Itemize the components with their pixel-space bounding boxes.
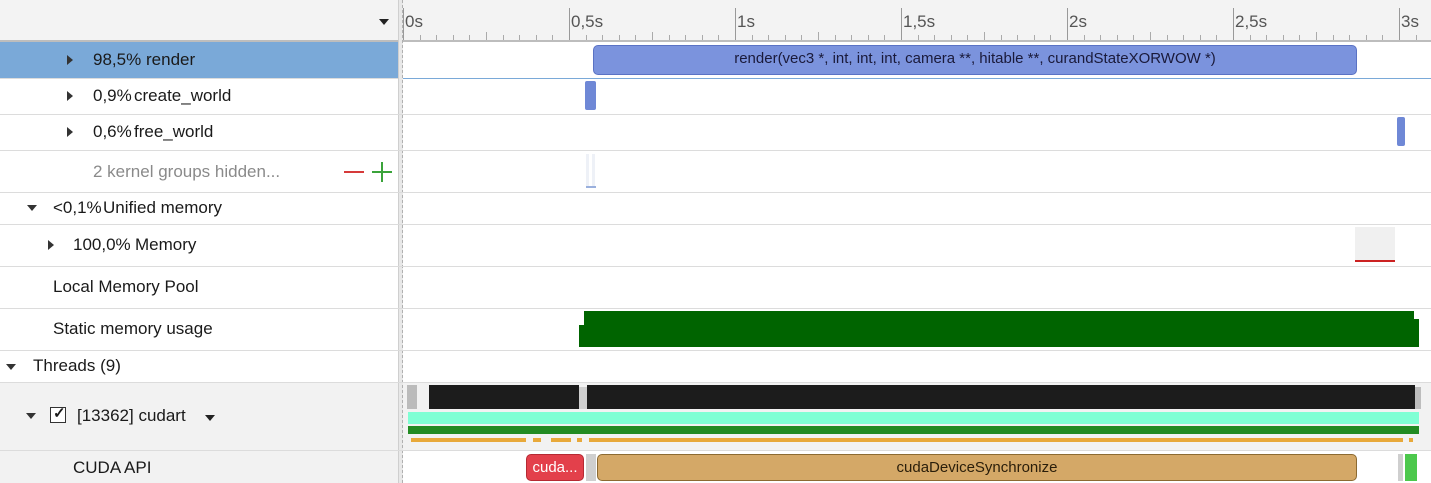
cudart-menu-chevron-icon[interactable] xyxy=(205,415,215,421)
hidden-kernel-tick xyxy=(586,186,596,188)
static-memory-usage-bar[interactable] xyxy=(579,311,1419,347)
collapse-arrow-icon[interactable] xyxy=(27,205,37,211)
render-kernel-label: render(vec3 *, int, int, int, camera **,… xyxy=(734,50,1216,67)
cuda-api-tail-green[interactable] xyxy=(1405,454,1417,481)
free-world-kernel-bar[interactable] xyxy=(1397,117,1405,146)
hidden-kernel-marker xyxy=(586,154,589,188)
cudart-thread-activity[interactable] xyxy=(403,383,1431,450)
axis-minor-tick xyxy=(1316,32,1317,40)
axis-major-tick xyxy=(735,8,736,40)
row-create-world-name: create_world xyxy=(134,86,232,105)
unified-memory-pct: <0,1% xyxy=(53,198,102,217)
axis-minor-tick xyxy=(486,32,487,40)
time-axis: 0s 0,5s 1s 1,5s 2s 2,5s 3s xyxy=(403,0,1431,40)
axis-major-tick xyxy=(1399,8,1400,40)
memory-transfer-line xyxy=(1355,260,1395,262)
cudart-checkbox[interactable]: ✓ xyxy=(50,405,66,423)
hidden-groups-label: 2 kernel groups hidden... xyxy=(93,162,281,181)
cuda-api-red-bar[interactable]: cuda... xyxy=(526,454,584,481)
create-world-kernel-bar[interactable] xyxy=(585,81,596,110)
collapse-minus-icon[interactable] xyxy=(344,171,364,173)
expand-arrow-icon[interactable] xyxy=(67,91,73,101)
axis-tick-label: 0s xyxy=(405,12,423,31)
local-memory-pool-label: Local Memory Pool xyxy=(53,277,199,296)
axis-minor-tick xyxy=(984,32,985,40)
axis-minor-tick xyxy=(652,32,653,40)
axis-minor-tick xyxy=(1150,32,1151,40)
memory-name: Memory xyxy=(135,235,197,254)
row-free-world-pct: 0,6% xyxy=(93,122,132,141)
cuda-device-synchronize-bar[interactable]: cudaDeviceSynchronize xyxy=(597,454,1357,481)
static-memory-label: Static memory usage xyxy=(53,319,213,338)
axis-tick-label: 2s xyxy=(1069,12,1087,31)
cuda-api-red-label: cuda... xyxy=(532,459,578,476)
axis-major-tick xyxy=(1233,8,1234,40)
cuda-api-gap-bar xyxy=(586,454,596,481)
render-kernel-bar[interactable]: render(vec3 *, int, int, int, camera **,… xyxy=(593,45,1357,75)
axis-tick-label: 0,5s xyxy=(571,12,604,31)
axis-tick-label: 1,5s xyxy=(903,12,936,31)
collapse-arrow-icon[interactable] xyxy=(6,364,16,370)
cuda-device-synchronize-label: cudaDeviceSynchronize xyxy=(896,459,1058,476)
expand-arrow-icon[interactable] xyxy=(67,55,73,65)
row-render-pct: 98,5% xyxy=(93,50,142,69)
collapse-arrow-icon[interactable] xyxy=(26,413,36,419)
cuda-api-tail-gray xyxy=(1398,454,1403,481)
axis-tick-label: 1s xyxy=(737,12,755,31)
expand-arrow-icon[interactable] xyxy=(67,127,73,137)
header-menu-chevron-icon[interactable] xyxy=(379,19,389,25)
cudart-label: [13362] cudart xyxy=(77,406,186,425)
memory-transfer-block[interactable] xyxy=(1355,227,1395,261)
axis-major-tick xyxy=(901,8,902,40)
axis-tick-label: 2,5s xyxy=(1235,12,1268,31)
checkmark-icon: ✓ xyxy=(53,405,66,422)
threads-label: Threads (9) xyxy=(33,356,121,375)
axis-major-tick xyxy=(569,8,570,40)
expand-plus-icon[interactable] xyxy=(372,162,392,182)
cuda-api-label: CUDA API xyxy=(73,458,152,477)
row-render-name: render xyxy=(146,50,196,69)
row-free-world-name: free_world xyxy=(134,122,214,141)
axis-major-tick xyxy=(1067,8,1068,40)
expand-arrow-icon[interactable] xyxy=(48,240,54,250)
row-render[interactable] xyxy=(0,42,398,78)
unified-memory-name: Unified memory xyxy=(103,198,223,217)
row-create-world-pct: 0,9% xyxy=(93,86,132,105)
axis-tick-label: 3s xyxy=(1401,12,1419,31)
axis-minor-tick xyxy=(818,32,819,40)
memory-pct: 100,0% xyxy=(73,235,131,254)
hidden-kernel-marker xyxy=(592,154,595,188)
